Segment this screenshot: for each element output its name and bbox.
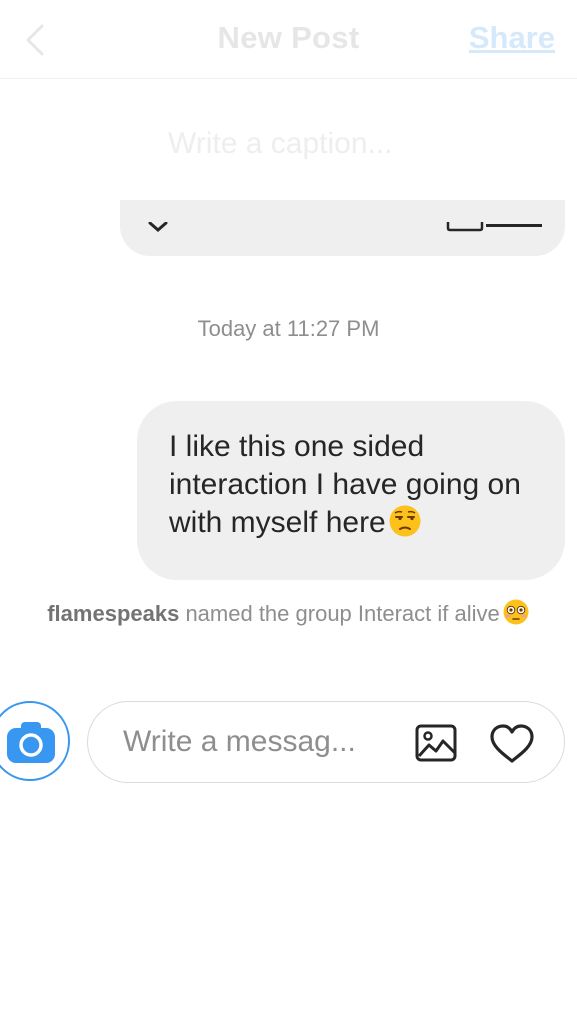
- gallery-icon: [415, 724, 457, 762]
- camera-button[interactable]: [0, 701, 70, 781]
- group-name-notice: flamespeaks named the group Interact if …: [30, 596, 547, 632]
- message-composer: [87, 701, 565, 783]
- share-button[interactable]: Share: [469, 20, 555, 56]
- notice-text: named the group Interact if alive: [179, 601, 500, 626]
- heart-icon: [490, 724, 534, 763]
- header-bar: New Post Share: [0, 0, 577, 79]
- caption-input[interactable]: [168, 124, 548, 164]
- message-text: I like this one sided interaction I have…: [169, 428, 541, 542]
- chevron-down-icon: [148, 222, 168, 232]
- message-body: I like this one sided interaction I have…: [169, 430, 521, 539]
- message-timestamp: Today at 11:27 PM: [197, 316, 380, 341]
- notice-username[interactable]: flamespeaks: [47, 601, 179, 626]
- flushed-face-icon: [503, 599, 529, 625]
- reply-icon: [446, 222, 542, 232]
- message-input[interactable]: [123, 722, 393, 762]
- gallery-button[interactable]: [415, 723, 459, 763]
- like-button[interactable]: [488, 723, 536, 765]
- unamused-face-icon: [389, 505, 421, 537]
- camera-icon: [7, 722, 55, 763]
- message-bubble[interactable]: I like this one sided interaction I have…: [137, 401, 565, 580]
